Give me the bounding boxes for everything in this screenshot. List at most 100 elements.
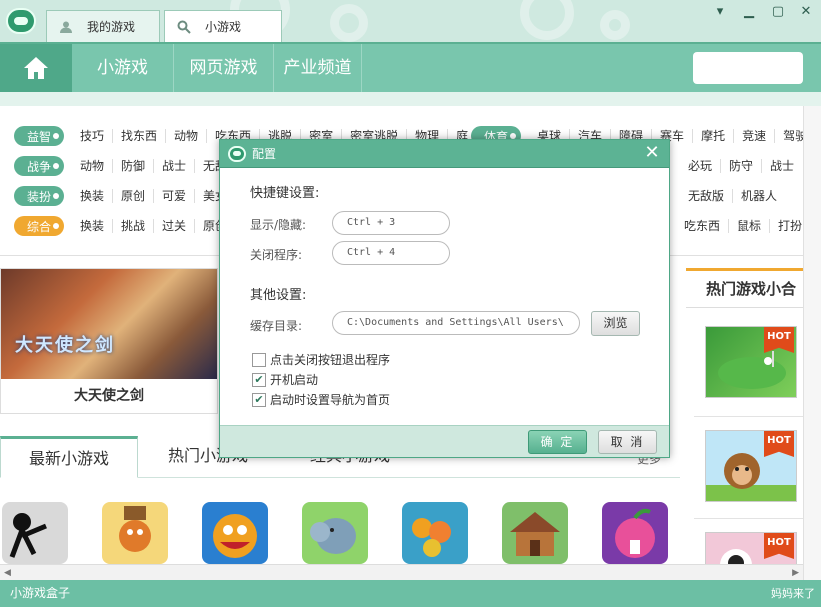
category-item[interactable]: 鼠标 (729, 219, 771, 233)
category-item[interactable]: 换装 (72, 189, 114, 203)
tab-latest-games[interactable]: 最新小游戏 (0, 436, 138, 478)
app-logo-icon (6, 8, 36, 34)
category-item[interactable]: 打扮 (770, 219, 803, 233)
cache-dir-label: 缓存目录: (250, 319, 303, 333)
checkbox-unchecked[interactable] (252, 352, 266, 367)
category-item[interactable]: 摩托 (693, 129, 735, 143)
option-autostart[interactable]: ✔ 开机启动 (252, 371, 318, 388)
maximize-icon[interactable]: ▢ (769, 4, 787, 20)
game-thumbnail[interactable] (102, 502, 168, 564)
close-icon[interactable]: ✕ (797, 4, 815, 20)
game-thumbnail[interactable] (202, 502, 268, 564)
nav-mini-games[interactable]: 小游戏 (72, 44, 174, 92)
show-hide-hotkey-field[interactable]: Ctrl + 3 (332, 211, 450, 235)
category-label[interactable]: 综合 (14, 216, 64, 236)
minimize-icon[interactable]: ▁ (740, 4, 758, 20)
category-label[interactable]: 装扮 (14, 186, 64, 206)
option-label: 点击关闭按钮退出程序 (270, 353, 391, 367)
hot-game-monkey[interactable]: HOT (705, 430, 797, 502)
user-icon (57, 18, 75, 36)
category-item[interactable]: 动物 (166, 129, 208, 143)
category-label[interactable]: 益智 (14, 126, 64, 146)
category-row: 综合 换装 挑战 过关 原创 (14, 216, 237, 236)
category-item[interactable]: 挑战 (113, 219, 155, 233)
game-thumbnail[interactable] (602, 502, 668, 564)
cancel-button[interactable]: 取 消 (598, 430, 657, 454)
checkmark-icon[interactable]: ✔ (252, 372, 266, 387)
main-nav: 小游戏 网页游戏 产业频道 (0, 42, 821, 92)
banner-logo: 大天使之剑 (15, 335, 115, 356)
close-program-hotkey-field[interactable]: Ctrl + 4 (332, 241, 450, 265)
banner-image[interactable]: 大天使之剑 (1, 269, 217, 379)
category-item[interactable]: 原创 (113, 189, 155, 203)
close-icon[interactable]: ✕ (643, 144, 661, 162)
category-item[interactable]: 机器人 (733, 189, 785, 203)
option-nav-home[interactable]: ✔ 启动时设置导航为首页 (252, 391, 390, 408)
category-item[interactable]: 战士 (762, 159, 802, 173)
watermark: 妈妈来了 (771, 587, 815, 600)
category-row: 吃东西 鼠标 打扮 (676, 216, 803, 236)
hot-games-title: 热门游戏小合 (686, 268, 803, 308)
divider (694, 518, 803, 519)
search-input[interactable] (693, 52, 803, 84)
category-item[interactable]: 吃东西 (676, 219, 730, 233)
scroll-left-icon[interactable]: ◀ (4, 568, 11, 578)
game-thumbnail[interactable] (2, 502, 68, 564)
category-item[interactable]: 防御 (113, 159, 155, 173)
game-thumbnail[interactable] (402, 502, 468, 564)
apple-thumbnail-icon (615, 508, 655, 558)
house-thumbnail-icon (510, 512, 560, 556)
menu-icon[interactable]: ▾ (711, 4, 729, 20)
category-item[interactable]: 找东西 (113, 129, 167, 143)
option-exit-on-close[interactable]: 点击关闭按钮退出程序 (252, 351, 390, 368)
category-label[interactable]: 战争 (14, 156, 64, 176)
category-item[interactable]: 过关 (154, 219, 196, 233)
home-button[interactable] (0, 44, 72, 92)
robot-thumbnail-icon (119, 506, 151, 552)
category-item[interactable]: 换装 (72, 219, 114, 233)
elephant-thumbnail-icon (310, 518, 356, 554)
title-bar: 我的游戏 小游戏 ▾ ▁ ▢ ✕ (0, 0, 821, 42)
category-item[interactable]: 战士 (154, 159, 196, 173)
dialog-titlebar: 配置 ✕ (220, 140, 669, 168)
cache-dir-field[interactable]: C:\Documents and Settings\All Users\ (332, 311, 580, 335)
category-item[interactable]: 驾驶 (775, 129, 803, 143)
category-item[interactable]: 可爱 (154, 189, 196, 203)
other-section-title: 其他设置: (250, 288, 307, 303)
scroll-right-icon[interactable]: ▶ (792, 568, 799, 578)
divider-band (0, 92, 821, 106)
home-icon (24, 57, 48, 79)
tab-mini-games-label: 小游戏 (205, 20, 242, 34)
checkmark-icon[interactable]: ✔ (252, 392, 266, 407)
status-bar: 小游戏盒子 妈妈来了 (0, 580, 821, 607)
category-item[interactable]: 动物 (72, 159, 114, 173)
option-label: 启动时设置导航为首页 (270, 393, 391, 407)
hot-game-golf[interactable]: HOT (705, 326, 797, 398)
category-item[interactable]: 竞速 (734, 129, 776, 143)
divider (694, 416, 803, 417)
vertical-scrollbar[interactable] (803, 106, 821, 580)
fish-thumbnail-icon (412, 518, 451, 557)
dialog-footer: 确 定 取 消 (220, 425, 669, 457)
game-thumbnail[interactable] (502, 502, 568, 564)
browse-button[interactable]: 浏览 (591, 311, 640, 336)
tab-my-games-label: 我的游戏 (87, 20, 136, 34)
banner-caption[interactable]: 大天使之剑 (1, 379, 217, 413)
nav-industry[interactable]: 产业频道 (274, 44, 362, 92)
shortcut-section-title: 快捷键设置: (250, 186, 320, 201)
category-item[interactable]: 防守 (721, 159, 763, 173)
stickman-thumbnail-icon (9, 513, 47, 558)
tab-my-games[interactable]: 我的游戏 (46, 10, 160, 42)
close-program-label: 关闭程序: (250, 248, 303, 262)
ok-button[interactable]: 确 定 (528, 430, 587, 454)
game-thumbnail[interactable] (302, 502, 368, 564)
horizontal-scrollbar[interactable]: ◀ ▶ (0, 564, 803, 580)
dialog-body: 快捷键设置: 显示/隐藏: Ctrl + 3 关闭程序: Ctrl + 4 其他… (220, 168, 669, 426)
category-item[interactable]: 技巧 (72, 129, 114, 143)
featured-banner[interactable]: 大天使之剑 大天使之剑 (0, 268, 218, 414)
category-row: 必玩 防守 战士 (680, 156, 802, 176)
tab-mini-games[interactable]: 小游戏 (164, 10, 282, 42)
category-item[interactable]: 无敌版 (680, 189, 734, 203)
category-item[interactable]: 必玩 (680, 159, 722, 173)
nav-web-games[interactable]: 网页游戏 (174, 44, 274, 92)
